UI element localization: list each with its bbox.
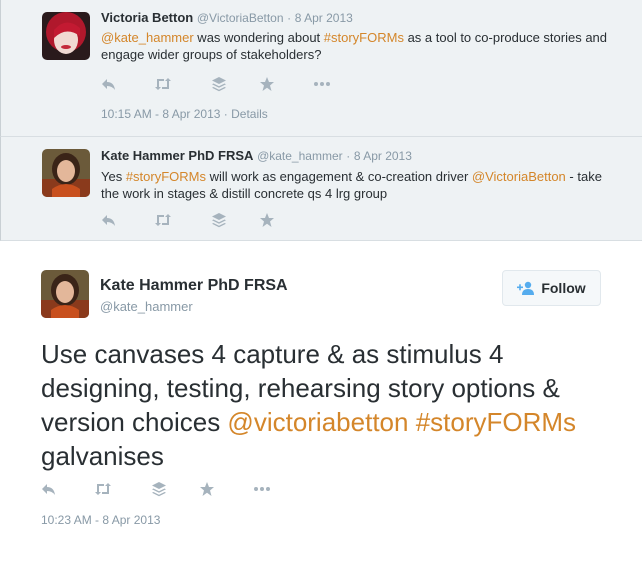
- author-name[interactable]: Kate Hammer PhD FRSA: [101, 148, 253, 163]
- tweet-text: Use canvases 4 capture & as stimulus 4 d…: [41, 337, 621, 473]
- author-handle[interactable]: @kate_hammer: [100, 299, 193, 314]
- reply-icon[interactable]: [101, 76, 119, 92]
- timestamp[interactable]: 10:23 AM - 8 Apr 2013: [41, 513, 160, 527]
- mention-link[interactable]: @victoriabetton: [227, 407, 408, 437]
- more-icon[interactable]: [313, 76, 331, 92]
- add-user-icon: [517, 281, 535, 295]
- main-tweet: Kate Hammer PhD FRSA @kate_hammer Follow…: [0, 241, 642, 563]
- text-span: galvanises: [41, 441, 164, 471]
- author-name[interactable]: Kate Hammer PhD FRSA: [100, 277, 288, 295]
- follow-label: Follow: [541, 280, 586, 296]
- separator: ·: [223, 107, 228, 121]
- tweet-date[interactable]: 8 Apr 2013: [354, 149, 412, 163]
- buffer-icon[interactable]: [211, 76, 229, 92]
- text-span: was wondering about: [193, 30, 324, 45]
- hashtag-link[interactable]: #storyFORMs: [324, 30, 404, 45]
- tweet-text: @kate_hammer was wondering about #storyF…: [101, 29, 621, 63]
- tweet-header: Victoria Betton @VictoriaBetton · 8 Apr …: [101, 10, 353, 26]
- tweet-header: Kate Hammer PhD FRSA @kate_hammer · 8 Ap…: [101, 148, 412, 164]
- tweet-victoria-betton[interactable]: Victoria Betton @VictoriaBetton · 8 Apr …: [0, 0, 642, 137]
- tweet-meta: 10:15 AM - 8 Apr 2013 · Details: [101, 107, 268, 121]
- mention-link[interactable]: @VictoriaBetton: [472, 169, 566, 184]
- tweet-date[interactable]: 8 Apr 2013: [295, 11, 353, 25]
- reply-icon[interactable]: [101, 212, 119, 228]
- reply-icon[interactable]: [41, 481, 59, 497]
- text-span: Yes: [101, 169, 126, 184]
- buffer-icon[interactable]: [211, 212, 229, 228]
- more-icon[interactable]: [253, 481, 271, 497]
- mention-link[interactable]: @kate_hammer: [101, 30, 194, 45]
- author-handle[interactable]: @VictoriaBetton: [197, 11, 284, 25]
- favorite-icon[interactable]: [259, 76, 277, 92]
- retweet-icon[interactable]: [94, 481, 112, 497]
- favorite-icon[interactable]: [259, 212, 277, 228]
- text-span: [408, 407, 415, 437]
- timestamp[interactable]: 10:15 AM - 8 Apr 2013: [101, 107, 220, 121]
- buffer-icon[interactable]: [151, 481, 169, 497]
- hashtag-link[interactable]: #storyFORMs: [416, 407, 576, 437]
- favorite-icon[interactable]: [199, 481, 217, 497]
- hashtag-link[interactable]: #storyFORMs: [126, 169, 206, 184]
- separator: ·: [287, 11, 292, 25]
- avatar[interactable]: [41, 270, 89, 318]
- tweet-text: Yes #storyFORMs will work as engagement …: [101, 168, 621, 202]
- separator: ·: [346, 149, 351, 163]
- text-span: will work as engagement & co-creation dr…: [206, 169, 472, 184]
- follow-button[interactable]: Follow: [502, 270, 601, 306]
- author-handle[interactable]: @kate_hammer: [257, 149, 343, 163]
- details-link[interactable]: Details: [231, 107, 268, 121]
- avatar[interactable]: [42, 149, 90, 197]
- avatar[interactable]: [42, 12, 90, 60]
- author-name[interactable]: Victoria Betton: [101, 10, 193, 25]
- retweet-icon[interactable]: [154, 212, 172, 228]
- tweet-kate-hammer-reply[interactable]: Kate Hammer PhD FRSA @kate_hammer · 8 Ap…: [0, 137, 642, 241]
- retweet-icon[interactable]: [154, 76, 172, 92]
